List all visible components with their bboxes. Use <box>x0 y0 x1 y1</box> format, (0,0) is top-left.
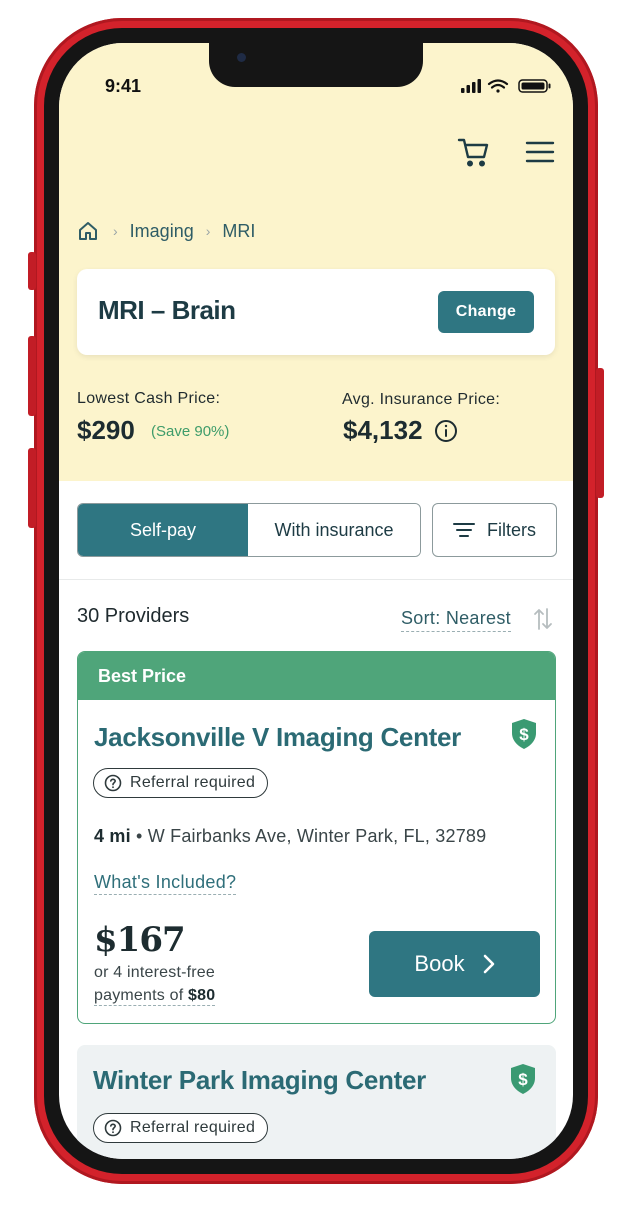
installment-line: or 4 interest-free <box>94 964 215 981</box>
best-price-banner: Best Price <box>78 652 555 700</box>
lowest-cash-label: Lowest Cash Price: <box>77 390 221 407</box>
provider-price: $167 <box>94 920 186 960</box>
self-pay-tab[interactable]: Self-pay <box>78 504 248 556</box>
question-circle-icon <box>104 774 122 792</box>
mute-switch <box>28 252 36 290</box>
book-button[interactable]: Book <box>369 931 540 997</box>
cart-icon[interactable] <box>457 135 491 169</box>
provider-card[interactable]: Best Price Jacksonville V Imaging Center… <box>77 651 556 1024</box>
menu-icon[interactable] <box>525 140 555 164</box>
svg-text:$: $ <box>518 1070 528 1089</box>
home-icon[interactable] <box>77 220 99 242</box>
avg-insurance-label: Avg. Insurance Price: <box>342 391 501 408</box>
sort-arrows-icon[interactable] <box>532 605 554 633</box>
avg-insurance-value: $4,132 <box>343 415 423 445</box>
installment-payments-label: payments of <box>94 987 184 1004</box>
breadcrumb-separator: › <box>113 223 118 239</box>
procedure-card: MRI – Brain Change <box>77 269 555 355</box>
referral-label: Referral required <box>130 774 256 791</box>
question-circle-icon <box>104 1119 122 1137</box>
chevron-right-icon <box>483 954 494 974</box>
bullet-separator: • <box>136 826 148 846</box>
battery-icon <box>518 79 551 93</box>
breadcrumb-mri[interactable]: MRI <box>222 221 255 242</box>
providers-count: 30 Providers <box>77 605 190 627</box>
provider-card[interactable]: Winter Park Imaging Center $ Referral re… <box>77 1045 556 1159</box>
breadcrumb: › Imaging › MRI <box>77 217 255 245</box>
volume-down-button <box>28 448 36 528</box>
provider-address-line: 4 mi • W Fairbanks Ave, Winter Park, FL,… <box>94 826 486 847</box>
lowest-cash-value: $290 <box>77 415 135 445</box>
phone-screen: 9:41 › Imaging › MRI MRI – Brain Change … <box>59 43 573 1159</box>
front-camera <box>237 53 246 62</box>
svg-text:$: $ <box>519 725 529 744</box>
payment-toggle: Self-pay With insurance <box>77 503 421 557</box>
provider-name[interactable]: Jacksonville V Imaging Center <box>94 722 461 753</box>
with-insurance-tab[interactable]: With insurance <box>248 504 420 556</box>
savings-label: (Save 90%) <box>151 423 230 440</box>
whats-included-link[interactable]: What's Included? <box>94 872 237 895</box>
provider-distance: 4 mi <box>94 826 131 846</box>
filter-lines-icon <box>453 523 475 537</box>
filters-label: Filters <box>487 519 536 540</box>
referral-label: Referral required <box>130 1119 256 1136</box>
provider-name[interactable]: Winter Park Imaging Center <box>93 1065 426 1096</box>
book-label: Book <box>414 951 465 976</box>
info-icon[interactable] <box>434 419 458 443</box>
provider-address: W Fairbanks Ave, Winter Park, FL, 32789 <box>147 826 487 846</box>
notch <box>209 43 423 87</box>
shield-dollar-icon: $ <box>511 1064 535 1094</box>
shield-dollar-icon: $ <box>512 719 536 749</box>
status-icons <box>461 79 551 93</box>
procedure-title: MRI – Brain <box>98 295 236 325</box>
section-divider <box>59 579 573 580</box>
filters-button[interactable]: Filters <box>432 503 557 557</box>
sort-dropdown[interactable]: Sort: Nearest <box>401 608 511 632</box>
breadcrumb-imaging[interactable]: Imaging <box>130 221 194 242</box>
installment-payments[interactable]: payments of $80 <box>94 987 216 1006</box>
referral-required-badge: Referral required <box>93 768 269 798</box>
status-time: 9:41 <box>105 76 142 96</box>
wifi-icon <box>487 79 509 93</box>
change-button[interactable]: Change <box>438 291 534 333</box>
hero-section <box>59 43 573 481</box>
breadcrumb-separator: › <box>205 223 211 239</box>
volume-up-button <box>28 336 36 416</box>
referral-required-badge: Referral required <box>93 1113 269 1143</box>
power-button <box>596 368 604 498</box>
signal-icon <box>461 79 481 93</box>
installment-amount: $80 <box>188 987 216 1004</box>
